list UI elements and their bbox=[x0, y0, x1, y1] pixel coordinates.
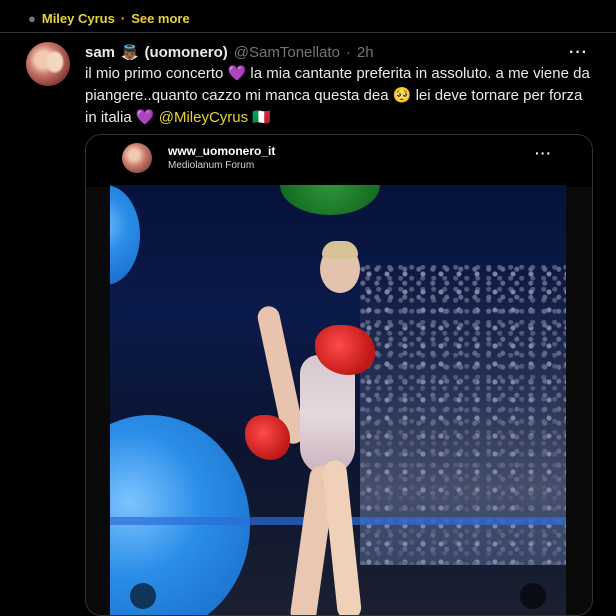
tweet-text-part1: il mio primo concerto bbox=[85, 65, 224, 82]
see-more-link[interactable]: See more bbox=[131, 11, 190, 26]
divider bbox=[0, 32, 616, 33]
green-balloon bbox=[280, 185, 380, 215]
mention-link[interactable]: @MileyCyrus bbox=[159, 109, 248, 126]
avatar[interactable] bbox=[26, 42, 70, 86]
user-handle[interactable]: @SamTonellato bbox=[234, 44, 340, 61]
video-user-name: www_uomonero_it bbox=[168, 144, 276, 158]
purple-heart-emoji: 💜 bbox=[227, 65, 247, 82]
topic-label[interactable]: Miley Cyrus bbox=[42, 11, 115, 26]
blue-balloon-top bbox=[110, 185, 140, 285]
topic-separator: · bbox=[120, 10, 126, 26]
timestamp[interactable]: 2h bbox=[357, 44, 374, 61]
tweet-text: il mio primo concerto 💜 la mia cantante … bbox=[85, 63, 595, 129]
blue-balloon-bottom bbox=[110, 415, 250, 615]
video-overlay-header: www_uomonero_it Mediolanum Forum ··· bbox=[86, 135, 592, 187]
purple-heart-emoji-2: 💜 bbox=[135, 109, 155, 126]
display-name[interactable]: sam bbox=[85, 44, 115, 61]
performer-hair bbox=[322, 241, 358, 259]
video-frame[interactable] bbox=[110, 185, 566, 615]
video-user-avatar bbox=[122, 143, 152, 173]
tweet-header: sam 👼🏾 (uomonero) @SamTonellato · 2h bbox=[85, 42, 374, 62]
location-pin-icon: ● bbox=[28, 10, 36, 26]
topic-bar[interactable]: ● Miley Cyrus · See more bbox=[28, 8, 190, 28]
display-name-suffix[interactable]: (uomonero) bbox=[144, 44, 227, 61]
italy-flag-emoji: 🇮🇹 bbox=[252, 109, 271, 126]
video-fullscreen-icon[interactable] bbox=[520, 583, 546, 609]
video-play-button-icon[interactable] bbox=[130, 583, 156, 609]
performer-leg-right bbox=[321, 459, 363, 615]
name-emoji: 👼🏾 bbox=[121, 43, 139, 60]
video-location: Mediolanum Forum bbox=[168, 160, 255, 171]
tweet-media-video[interactable]: www_uomonero_it Mediolanum Forum ··· bbox=[85, 134, 593, 616]
header-separator: · bbox=[345, 43, 351, 61]
more-dots-icon[interactable]: ··· bbox=[569, 44, 588, 62]
red-flower-prop-2 bbox=[245, 415, 290, 460]
pleading-face-emoji: 🥺 bbox=[392, 87, 412, 104]
video-more-dots-icon: ··· bbox=[535, 145, 552, 161]
